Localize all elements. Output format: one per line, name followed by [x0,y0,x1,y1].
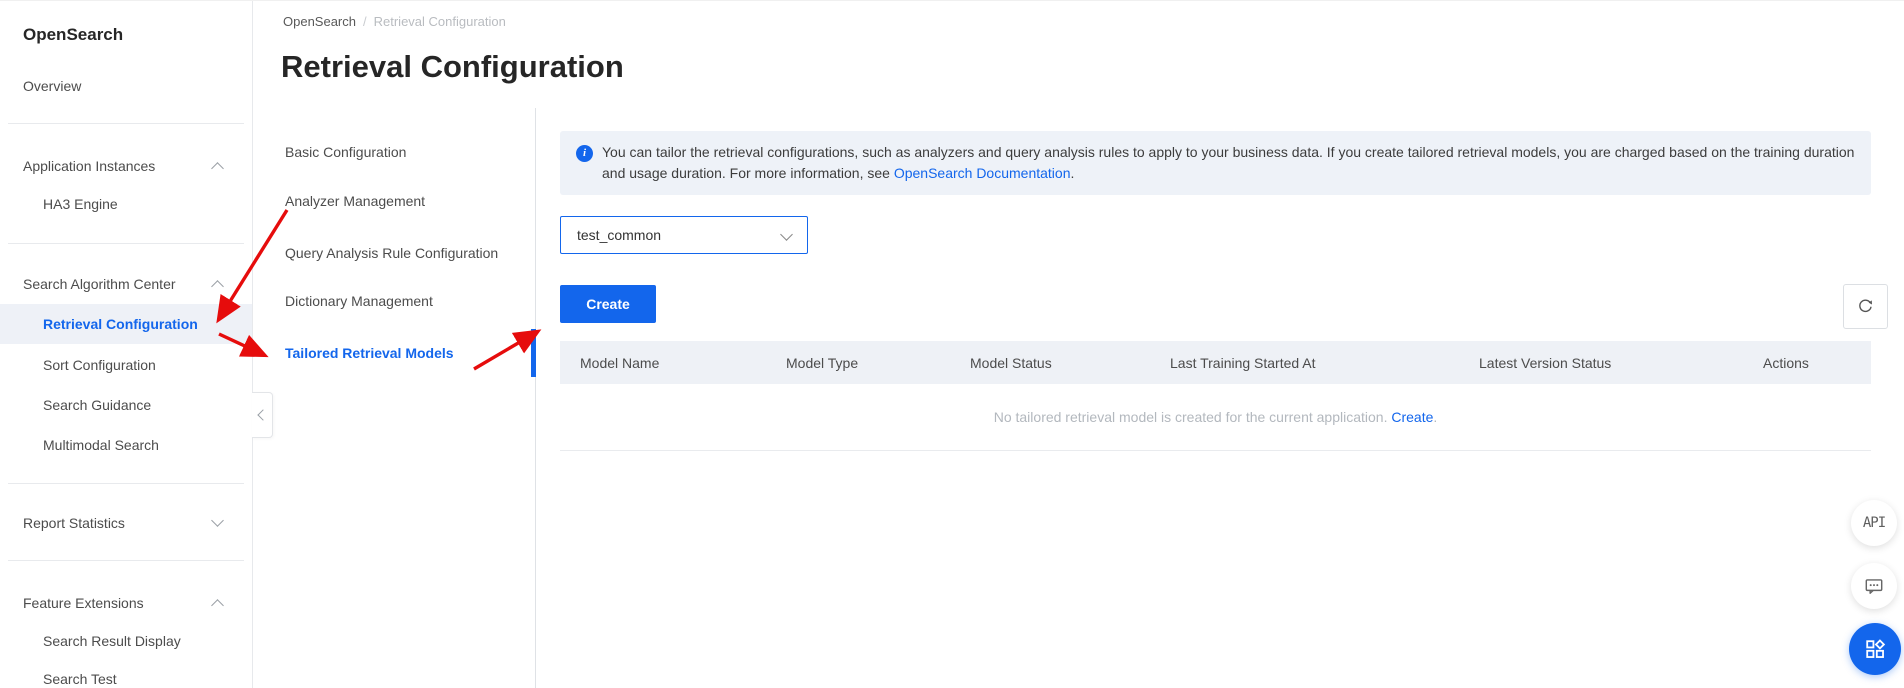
sidebar-item-ha3-engine[interactable]: HA3 Engine [0,191,252,217]
divider [8,560,244,561]
sidebar-item-search-test[interactable]: Search Test [0,666,252,688]
sidebar-item-search-result-display[interactable]: Search Result Display [0,628,252,654]
column-latest-version-status: Latest Version Status [1479,354,1612,371]
empty-state-create-link[interactable]: Create [1391,409,1433,425]
divider [535,108,536,688]
divider [8,483,244,484]
sidebar-item-sort-configuration[interactable]: Sort Configuration [0,352,252,378]
banner-text-suffix: . [1070,165,1075,181]
active-tab-indicator [531,329,536,377]
banner-text: You can tailor the retrieval configurati… [602,144,1855,181]
chevron-left-icon [257,409,269,421]
sidebar-item-overview[interactable]: Overview [0,73,252,99]
table-empty-state: No tailored retrieval model is created f… [560,384,1871,451]
sidebar-group-report-statistics[interactable]: Report Statistics [0,510,252,536]
column-model-status: Model Status [970,354,1052,371]
tab-tailored-retrieval-models[interactable]: Tailored Retrieval Models [285,341,525,365]
page-title: Retrieval Configuration [281,49,624,84]
sidebar: OpenSearch Overview Application Instance… [0,1,253,688]
refresh-button[interactable] [1843,284,1888,329]
info-banner: i You can tailor the retrieval configura… [560,131,1871,195]
refresh-icon [1859,299,1872,313]
chat-bubble-icon [1865,579,1883,594]
product-title: OpenSearch [23,25,124,44]
chevron-up-icon [211,280,224,293]
breadcrumb-opensearch[interactable]: OpenSearch [283,14,356,29]
breadcrumb-current: Retrieval Configuration [373,14,506,29]
column-actions: Actions [1763,354,1809,371]
info-icon: i [576,145,593,162]
chevron-down-icon [211,514,224,527]
tab-dictionary-management[interactable]: Dictionary Management [285,289,525,313]
create-button[interactable]: Create [560,285,656,323]
sidebar-collapse-handle[interactable] [252,392,273,438]
sidebar-group-application-instances[interactable]: Application Instances [0,153,252,179]
sidebar-item-search-guidance[interactable]: Search Guidance [0,392,252,418]
tab-query-analysis-rule-configuration[interactable]: Query Analysis Rule Configuration [285,241,525,265]
api-button[interactable]: API [1851,500,1897,546]
breadcrumb-separator: / [363,14,367,29]
empty-state-text: No tailored retrieval model is created f… [993,409,1388,425]
application-select[interactable]: test_common [560,216,808,254]
divider [8,123,244,124]
feedback-button[interactable] [1851,563,1897,609]
sidebar-item-retrieval-configuration[interactable]: Retrieval Configuration [0,304,252,344]
column-model-type: Model Type [786,354,859,371]
divider [8,243,244,244]
apps-grid-icon [1866,639,1886,658]
tab-analyzer-management[interactable]: Analyzer Management [285,189,525,213]
opensearch-console: OpenSearch Overview Application Instance… [0,0,1904,688]
chevron-down-icon [780,228,793,241]
table-header-row: Model Name Model Type Model Status Last … [560,341,1871,384]
sidebar-group-feature-extensions[interactable]: Feature Extensions [0,590,252,616]
column-last-training-started-at: Last Training Started At [1170,354,1316,371]
application-select-value: test_common [577,227,662,243]
chevron-up-icon [211,599,224,612]
breadcrumb: OpenSearch / Retrieval Configuration [283,14,506,29]
sidebar-item-multimodal-search[interactable]: Multimodal Search [0,432,252,458]
tab-basic-configuration[interactable]: Basic Configuration [285,140,525,164]
documentation-link[interactable]: OpenSearch Documentation [894,165,1071,181]
sidebar-group-search-algorithm-center[interactable]: Search Algorithm Center [0,271,252,297]
chevron-up-icon [211,162,224,175]
apps-launcher-button[interactable] [1849,623,1901,675]
column-model-name: Model Name [580,354,660,371]
